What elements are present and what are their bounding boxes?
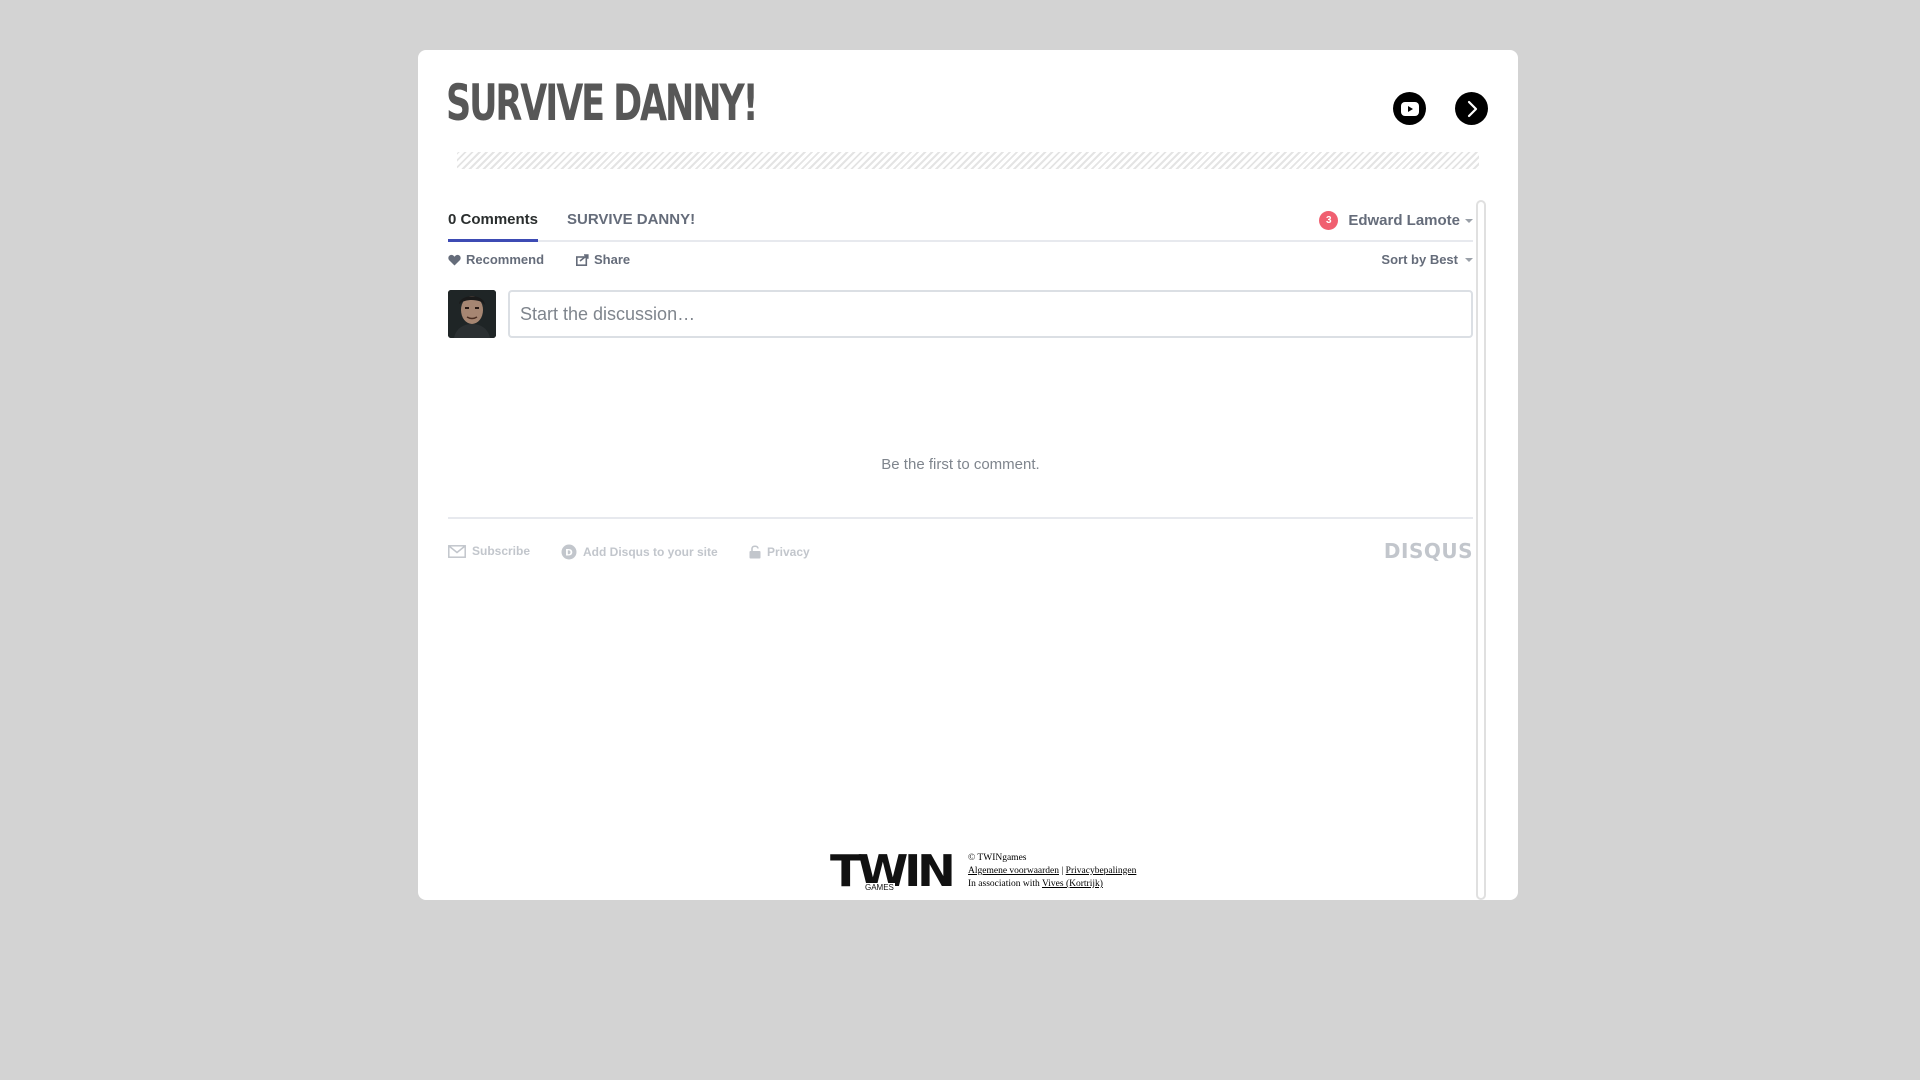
chevron-right-icon [1467,100,1477,117]
scrollbar[interactable] [1476,200,1486,900]
heart-icon [448,254,461,265]
twin-games-logo[interactable]: TWIN GAMES [830,850,956,894]
avatar[interactable] [448,290,496,338]
discussion-input[interactable] [508,290,1473,338]
logo-word: TWIN [830,846,956,897]
association-prefix: In association with [968,879,1040,889]
avatar-image [448,290,496,338]
privacy-label: Privacy [767,544,810,559]
user-name: Edward Lamote [1348,212,1473,229]
lock-icon [749,545,761,559]
disqus-thread: 0 Comments SURVIVE DANNY! 3 Edward Lamot… [448,200,1473,600]
user-menu[interactable]: 3 Edward Lamote [1319,211,1473,230]
empty-message: Be the first to comment. [881,456,1040,473]
tab-community[interactable]: SURVIVE DANNY! [567,200,695,242]
privacy-policy-link[interactable]: Privacybepalingen [1066,866,1137,876]
share-icon [576,253,589,266]
footer-links: Algemene voorwaarden | Privacybepalingen [968,865,1136,878]
envelope-icon [448,544,466,558]
link-separator: | [1061,866,1064,876]
vives-link[interactable]: Vives (Kortrijk) [1042,879,1103,889]
sort-dropdown[interactable]: Sort by Best [1381,252,1473,267]
add-disqus-link[interactable]: D Add Disqus to your site [561,544,718,560]
terms-link[interactable]: Algemene voorwaarden [968,866,1059,876]
privacy-link[interactable]: Privacy [749,544,810,559]
logo-sub: GAMES [864,883,895,892]
subscribe-label: Subscribe [472,544,531,558]
recommend-button[interactable]: Recommend [448,252,544,267]
subscribe-link[interactable]: Subscribe [448,544,530,558]
thread-actions: Recommend Share Sort by Best [448,252,1473,272]
recommend-label: Recommend [466,252,545,267]
youtube-icon [1400,101,1419,116]
footer-text: © TWINgames Algemene voorwaarden | Priva… [968,850,1136,891]
caret-down-icon [1465,219,1473,224]
share-button[interactable]: Share [576,252,630,267]
youtube-button[interactable] [1393,92,1426,125]
game-card: SURVIVE DANNY! 0 Comments SURVIVE DANNY!… [418,50,1518,900]
copyright: © TWINgames [968,853,1027,863]
notification-badge[interactable]: 3 [1319,211,1339,230]
sort-label: Sort by Best [1381,252,1458,267]
disqus-nav: 0 Comments SURVIVE DANNY! 3 Edward Lamot… [448,200,1473,242]
add-disqus-label: Add Disqus to your site [583,545,718,559]
progress-divider [457,152,1479,169]
share-label: Share [594,252,631,267]
svg-text:D: D [565,549,572,559]
association: In association with Vives (Kortrijk) [968,878,1136,891]
tab-comments[interactable]: 0 Comments [448,200,539,242]
caret-down-icon [1465,257,1473,262]
site-footer: TWIN GAMES © TWINgames Algemene voorwaar… [830,850,1136,894]
disqus-d-icon: D [561,544,577,560]
disqus-footer: Subscribe D Add Disqus to your site Priv… [448,517,1473,563]
next-button[interactable] [1455,92,1488,125]
game-title: SURVIVE DANNY! [446,74,759,132]
disqus-logo[interactable]: DISQUS [1384,539,1473,563]
